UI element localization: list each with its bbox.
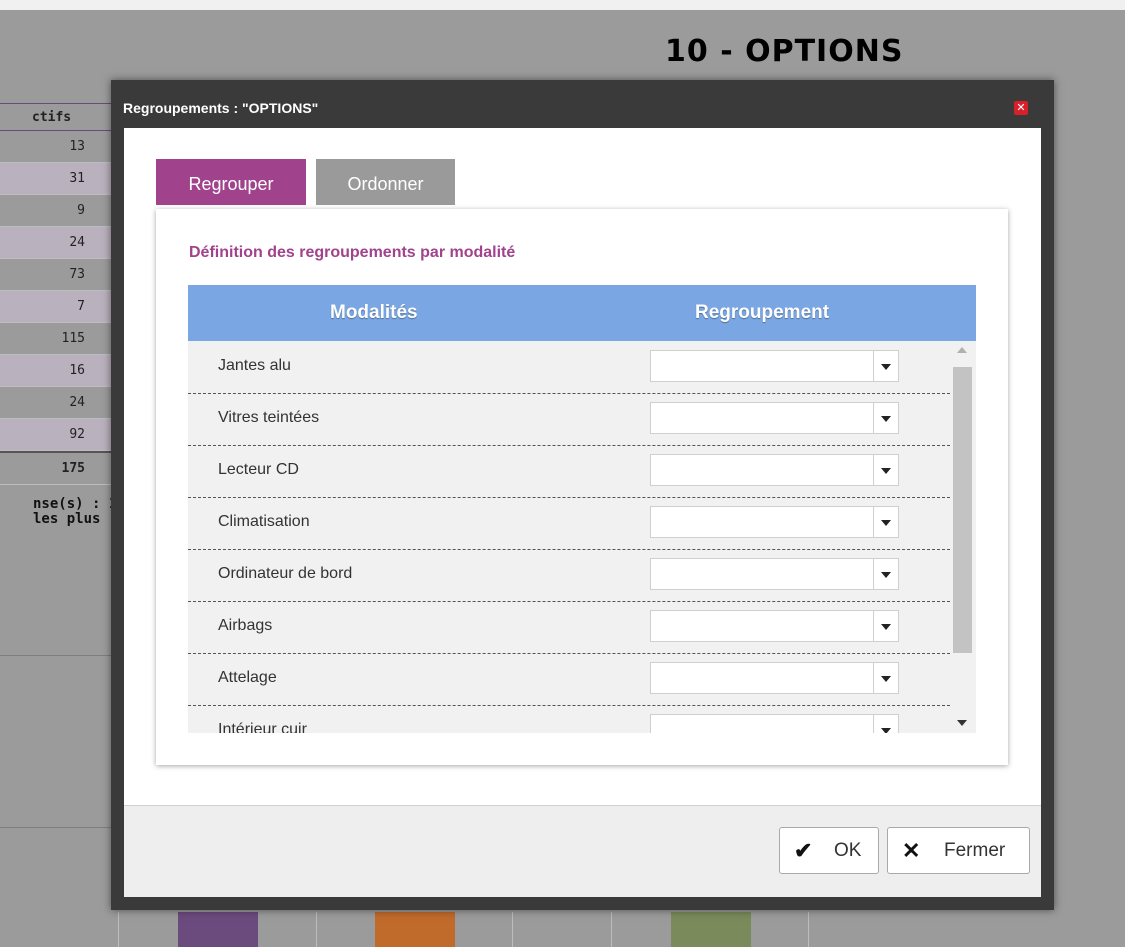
row-label: Climatisation [218, 513, 310, 530]
chevron-down-icon[interactable] [873, 455, 898, 485]
table-row: 9 [0, 195, 115, 227]
table-row: Jantes alu [188, 341, 950, 394]
row-label: Ordinateur de bord [218, 565, 353, 582]
grid-cell [316, 912, 317, 947]
table-row: Attelage [188, 653, 950, 706]
table-row: Airbags [188, 601, 950, 654]
grouping-grid: Modalités Regroupement Jantes alu Vitres… [188, 285, 976, 733]
table-row: 92 [0, 419, 115, 451]
grid-cell [808, 912, 809, 947]
column-header-modalites: Modalités [330, 302, 418, 323]
table-row: 115 [0, 323, 115, 355]
dialog-footer: ✔ OK ✕ Fermer [124, 805, 1041, 897]
row-label: Jantes alu [218, 357, 291, 374]
row-label: Airbags [218, 617, 273, 634]
row-label: Vitres teintées [218, 409, 320, 426]
table-row: Lecteur CD [188, 445, 950, 498]
close-label: Fermer [944, 840, 1006, 861]
grid-cell [512, 912, 513, 947]
table-row: 13 [0, 131, 115, 163]
row-label: Intérieur cuir [218, 721, 307, 733]
chevron-down-icon[interactable] [873, 351, 898, 381]
divider [0, 655, 115, 656]
table-row: 31 [0, 163, 115, 195]
tab-ordonner[interactable]: Ordonner [316, 159, 455, 205]
background-note: nse(s) : 1 les plus [33, 497, 117, 527]
dialog-body: Regrouper Ordonner Définition des regrou… [124, 128, 1041, 805]
background-top-strip [0, 0, 1125, 10]
row-label: Lecteur CD [218, 461, 299, 478]
chevron-down-icon[interactable] [873, 559, 898, 589]
scrollbar-thumb[interactable] [953, 367, 972, 653]
table-header: ctifs [0, 103, 115, 131]
regroupement-select[interactable] [650, 402, 899, 434]
divider [0, 827, 115, 828]
regroupement-select[interactable] [650, 506, 899, 538]
chevron-down-icon[interactable] [873, 663, 898, 693]
close-button[interactable]: ✕ Fermer [887, 827, 1030, 874]
table-row: Climatisation [188, 497, 950, 550]
background-bar-strip [115, 912, 1125, 947]
grid-cell [118, 912, 119, 947]
x-icon: ✕ [902, 838, 921, 863]
bar [671, 912, 751, 947]
grid-header: Modalités Regroupement [188, 285, 976, 341]
table-row: Ordinateur de bord [188, 549, 950, 602]
ok-button[interactable]: ✔ OK [779, 827, 879, 874]
tab-panel: Définition des regroupements par modalit… [156, 209, 1008, 765]
grouping-dialog: Regroupements : "OPTIONS" ✕ Regrouper Or… [111, 80, 1054, 910]
table-row: 24 [0, 387, 115, 419]
table-row: 24 [0, 227, 115, 259]
regroupement-select[interactable] [650, 558, 899, 590]
chevron-down-icon[interactable] [873, 507, 898, 537]
dialog-title: Regroupements : "OPTIONS" [123, 100, 319, 116]
section-heading: Définition des regroupements par modalit… [189, 244, 516, 261]
table-row: 73 [0, 259, 115, 291]
regroupement-select[interactable] [650, 454, 899, 486]
page-title: 10 - OPTIONS [665, 34, 904, 69]
grid-cell [611, 912, 612, 947]
scroll-down-icon[interactable] [957, 720, 967, 726]
check-icon: ✔ [794, 838, 813, 863]
bar [375, 912, 455, 947]
grid-body: Jantes alu Vitres teintées Lecteur CD Cl… [188, 341, 976, 733]
regroupement-select[interactable] [650, 714, 899, 733]
tab-regrouper[interactable]: Regrouper [156, 159, 306, 205]
row-label: Attelage [218, 669, 277, 686]
table-row: 7 [0, 291, 115, 323]
table-row: Intérieur cuir [188, 705, 950, 733]
regroupement-select[interactable] [650, 350, 899, 382]
table-total-row: 175 [0, 451, 115, 485]
chevron-down-icon[interactable] [873, 715, 898, 733]
table-row: Vitres teintées [188, 393, 950, 446]
regroupement-select[interactable] [650, 610, 899, 642]
ok-label: OK [834, 840, 862, 861]
chevron-down-icon[interactable] [873, 611, 898, 641]
bar [178, 912, 258, 947]
note-line: nse(s) : 1 [33, 496, 118, 512]
column-header-regroupement: Regroupement [695, 302, 830, 323]
regroupement-select[interactable] [650, 662, 899, 694]
close-icon[interactable]: ✕ [1014, 101, 1028, 115]
vertical-scrollbar[interactable] [950, 341, 976, 733]
table-row: 16 [0, 355, 115, 387]
chevron-down-icon[interactable] [873, 403, 898, 433]
scroll-up-icon[interactable] [957, 347, 967, 353]
note-line: les plus [33, 511, 101, 527]
background-table: ctifs 13 31 9 24 73 7 115 16 24 92 175 [0, 103, 115, 485]
